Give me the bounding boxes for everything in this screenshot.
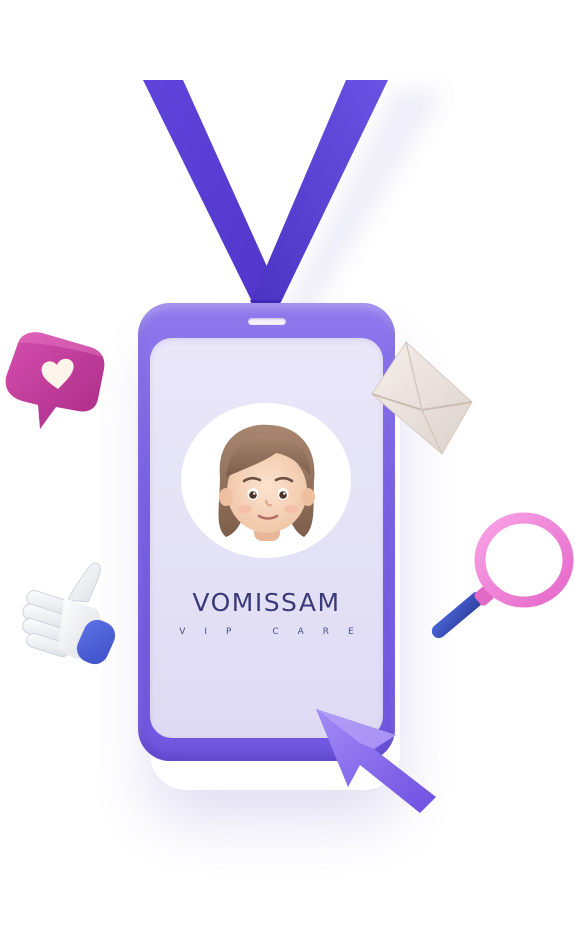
magnifying-glass-icon bbox=[431, 512, 574, 639]
thumbs-up-icon bbox=[22, 562, 116, 665]
brand-tagline: VIP CARE bbox=[179, 627, 373, 637]
lanyard-icon bbox=[143, 80, 445, 330]
arrow-cursor-icon bbox=[316, 709, 436, 813]
envelope-icon bbox=[371, 341, 473, 455]
avatar-girl-icon bbox=[218, 424, 315, 541]
badge-slot bbox=[248, 318, 286, 325]
heart-speech-bubble-icon bbox=[5, 332, 105, 429]
brand-name: VOMISSAM bbox=[192, 588, 341, 617]
